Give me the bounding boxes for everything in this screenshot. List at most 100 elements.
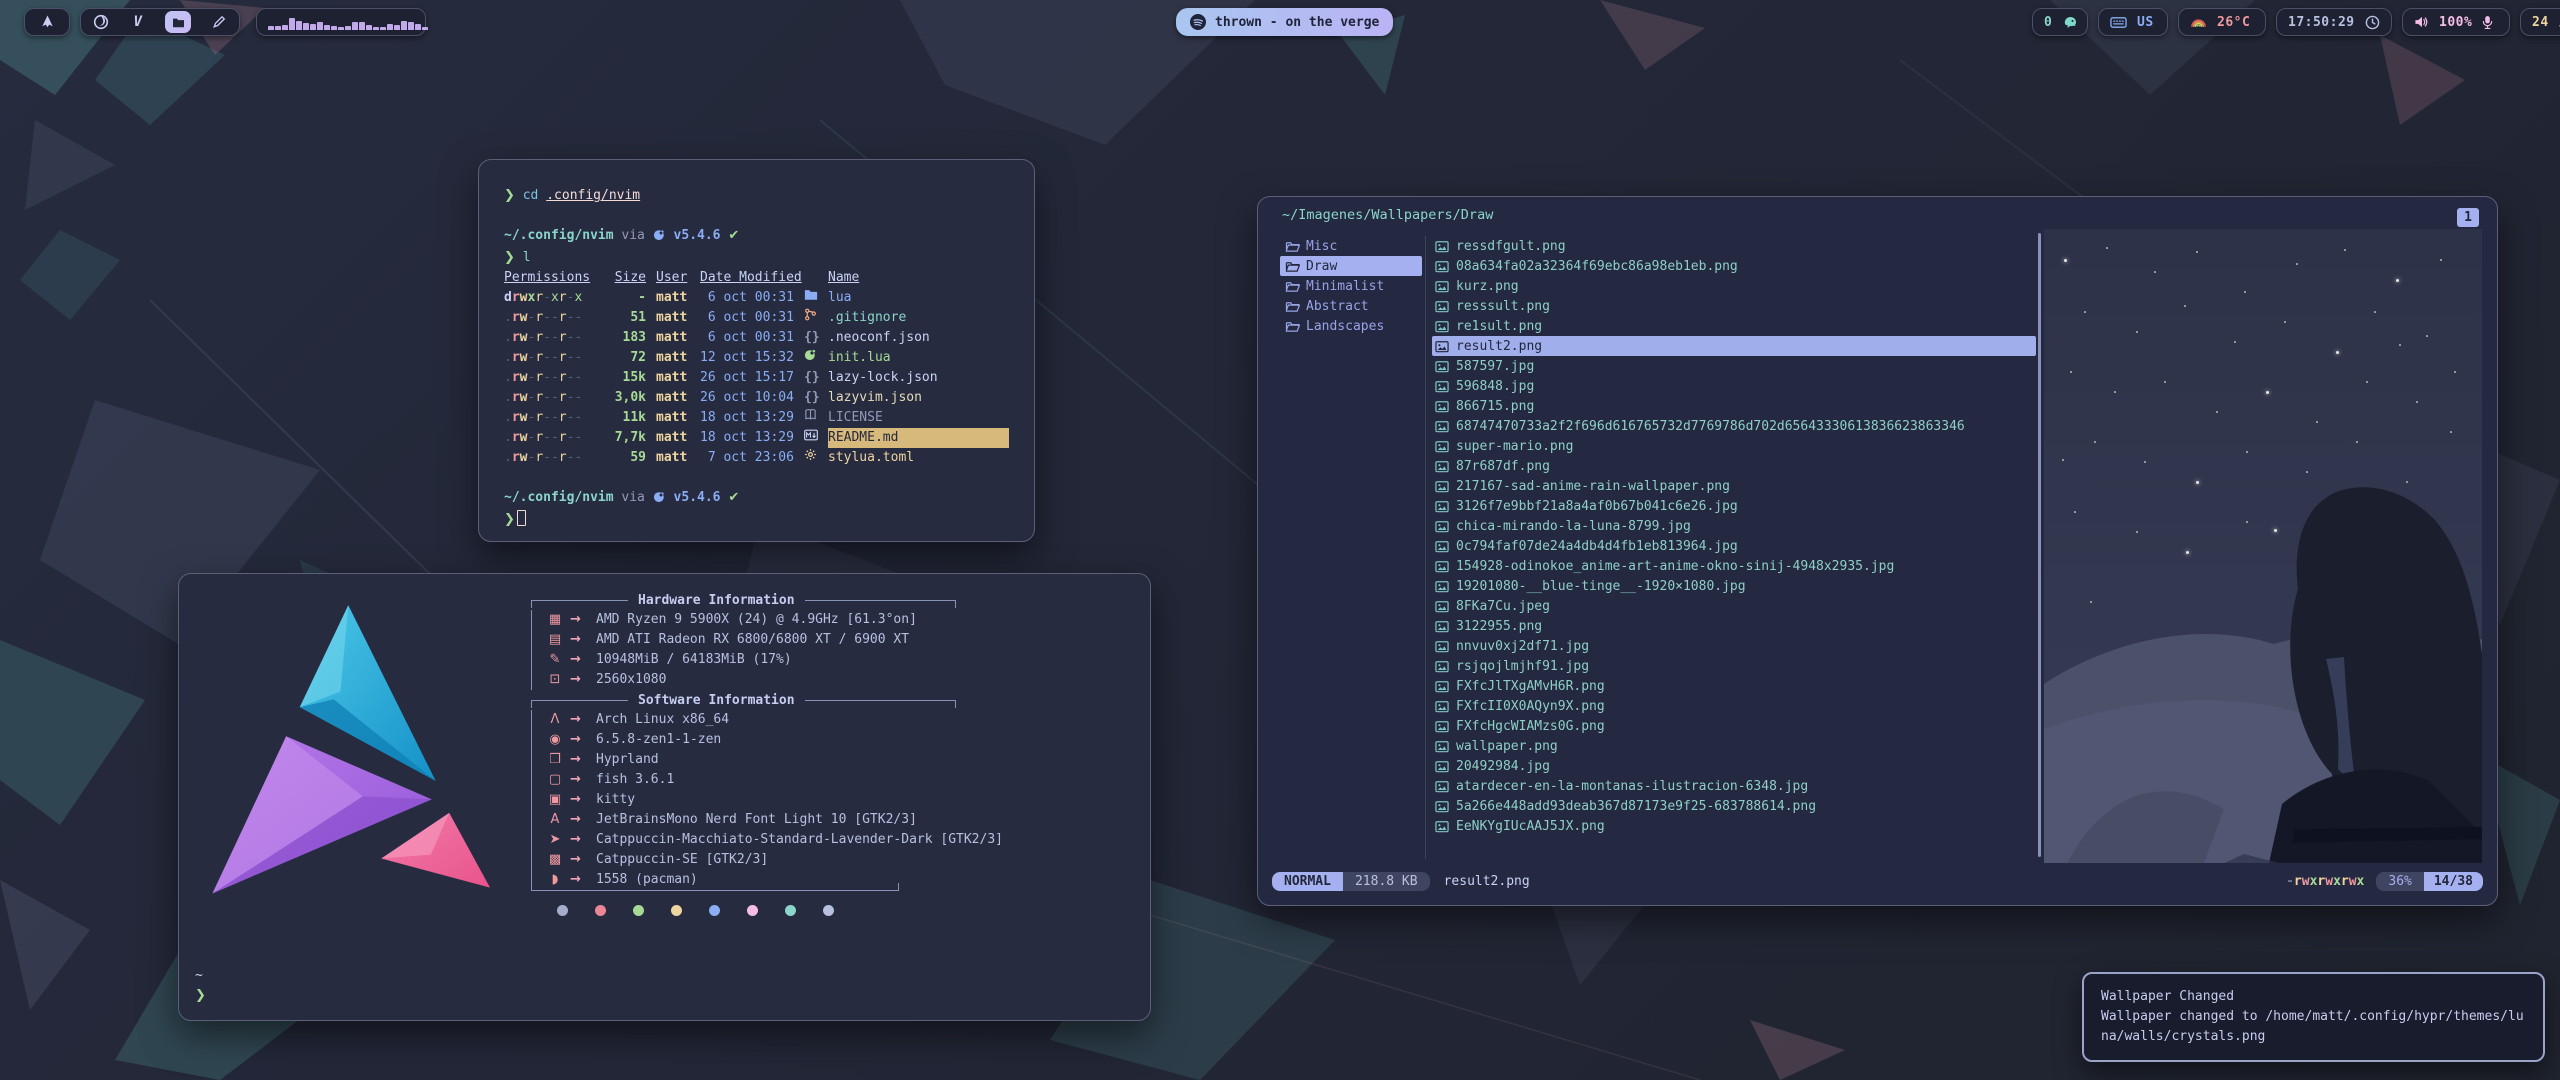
file-row[interactable]: 8FKa7Cu.jpeg (1432, 596, 2036, 616)
file-row[interactable]: 5a266e448add93deab367d87173e9f25-6837886… (1432, 796, 2036, 816)
image-file-icon (1435, 540, 1449, 553)
file-row[interactable]: FXfcII0X0AQyn9X.png (1432, 696, 2036, 716)
directory-name: Draw (1306, 259, 1337, 274)
file-row[interactable]: ressdfgult.png (1432, 236, 2036, 256)
app-launcher-button[interactable] (24, 8, 70, 36)
workspace-vim[interactable]: V (129, 13, 147, 31)
file-row[interactable]: 866715.png (1432, 396, 2036, 416)
tray-updates[interactable]: 0 (2032, 8, 2088, 36)
tray-notifications[interactable]: 24 (2520, 8, 2560, 36)
info-text: 1558 (pacman) (596, 870, 1131, 890)
file-row[interactable]: atardecer-en-la-montanas-ilustracion-634… (1432, 776, 2036, 796)
sidebar-directory-landscapes[interactable]: Landscapes (1280, 316, 1422, 336)
file-name: rsjqojlmjhf91.jpg (1456, 659, 1589, 674)
directory-name: Misc (1306, 239, 1337, 254)
file-row[interactable]: 87r687df.png (1432, 456, 2036, 476)
file-row[interactable]: 587597.jpg (1432, 356, 2036, 376)
tray-audio[interactable]: 100% (2402, 8, 2510, 36)
fetch-shell-prompt[interactable]: ~ ❯ (195, 966, 206, 1006)
image-file-icon (1435, 280, 1449, 293)
file-row[interactable]: 217167-sad-anime-rain-wallpaper.png (1432, 476, 2036, 496)
visualizer-bar (282, 25, 288, 30)
file-row[interactable]: 20492984.jpg (1432, 756, 2036, 776)
braces-icon: {} (804, 388, 822, 408)
sidebar-directory-abstract[interactable]: Abstract (1280, 296, 1422, 316)
file-name: 866715.png (1456, 399, 1534, 414)
image-file-icon (1435, 480, 1449, 493)
info-text: AMD ATI Radeon RX 6800/6800 XT / 6900 XT (596, 630, 1131, 650)
info-text: Arch Linux x86_64 (596, 710, 1131, 730)
temperature-label: 26°C (2217, 15, 2250, 30)
prompt-symbol: ❯ (504, 188, 515, 203)
file-row[interactable]: chica-mirando-la-luna-8799.jpg (1432, 516, 2036, 536)
file-row[interactable]: 596848.jpg (1432, 376, 2036, 396)
file-row[interactable]: 3126f7e9bbf21a8a4af0b67b041c6e26.jpg (1432, 496, 2036, 516)
file-name: 20492984.jpg (1456, 759, 1550, 774)
file-row[interactable]: resssult.png (1432, 296, 2036, 316)
file-name: 0c794faf07de24a4db4d4fb1eb813964.jpg (1456, 539, 1738, 554)
file-row[interactable]: nnvuv0xj2df71.jpg (1432, 636, 2036, 656)
info-row: ➤→Catppuccin-Macchiato-Standard-Lavender… (532, 830, 1131, 850)
file-name: 3122955.png (1456, 619, 1542, 634)
file-row[interactable]: FXfcHgcWIAMzs0G.png (1432, 716, 2036, 736)
arrow-icon: → (570, 730, 596, 750)
listing-row: .rw-r--r--15kmatt26 oct 15:17{}lazy-lock… (504, 368, 1009, 388)
workspace-files-active[interactable] (165, 11, 191, 33)
file-row[interactable]: 08a634fa02a32364f69ebc86a98eb1eb.png (1432, 256, 2036, 276)
file-row[interactable]: 0c794faf07de24a4db4d4fb1eb813964.jpg (1432, 536, 2036, 556)
file-list-scrollbar[interactable] (2038, 233, 2041, 857)
image-file-icon (1435, 640, 1449, 653)
visualizer-bar (415, 24, 421, 30)
file-row[interactable]: 19201080-__blue-tinge__-1920×1080.jpg (1432, 576, 2036, 596)
file-row[interactable]: rsjqojlmjhf91.jpg (1432, 656, 2036, 676)
listing-row: drwxr-xr-x-matt 6 oct 00:31lua (504, 288, 1009, 308)
info-text: fish 3.6.1 (596, 770, 1131, 790)
file-manager-window[interactable]: ~/Imagenes/Wallpapers/Draw 1 MiscDrawMin… (1257, 196, 2498, 906)
tab-badge[interactable]: 1 (2457, 208, 2479, 227)
tray-weather[interactable]: 26°C (2178, 8, 2266, 36)
file-row[interactable]: kurz.png (1432, 276, 2036, 296)
palette-dot (709, 905, 720, 916)
info-row: ▤→AMD ATI Radeon RX 6800/6800 XT / 6900 … (532, 630, 1131, 650)
file-row[interactable]: re1sult.png (1432, 316, 2036, 336)
listing-row: .rw-r--r--3,0kmatt26 oct 10:04{}lazyvim.… (504, 388, 1009, 408)
file-row[interactable]: 68747470733a2f2f696d616765732d7769786d70… (1432, 416, 2036, 436)
sidebar-directory-misc[interactable]: Misc (1280, 236, 1422, 256)
palette-dot (595, 905, 606, 916)
file-name: atardecer-en-la-montanas-ilustracion-634… (1456, 779, 1808, 794)
file-row[interactable]: EeNKYgIUcAAJ5JX.png (1432, 816, 2036, 836)
file-row[interactable]: 154928-odinokoe_anime-art-anime-okno-sin… (1432, 556, 2036, 576)
workspace-firefox[interactable] (92, 13, 110, 31)
braces-icon: {} (804, 368, 822, 388)
visualizer-bar (352, 22, 358, 30)
visualizer-bar (359, 22, 365, 30)
tray-keyboard-layout[interactable]: US (2098, 8, 2168, 36)
file-name: lua (828, 288, 1009, 308)
palette-dot (785, 905, 796, 916)
image-file-icon (1435, 400, 1449, 413)
file-name: wallpaper.png (1456, 739, 1558, 754)
file-row[interactable]: result2.png (1432, 336, 2036, 356)
file-row[interactable]: wallpaper.png (1432, 736, 2036, 756)
image-file-icon (1435, 680, 1449, 693)
file-row[interactable]: FXfcJlTXgAMvH6R.png (1432, 676, 2036, 696)
notification-title: Wallpaper Changed (2101, 986, 2526, 1007)
image-file-icon (1435, 760, 1449, 773)
file-row[interactable]: 3122955.png (1432, 616, 2036, 636)
sidebar-directory-draw[interactable]: Draw (1280, 256, 1422, 276)
fetch-window[interactable]: Hardware Information ▦→AMD Ryzen 9 5900X… (178, 573, 1151, 1021)
notification-toast[interactable]: Wallpaper Changed Wallpaper changed to /… (2082, 972, 2545, 1062)
openfolder-icon (1285, 320, 1300, 333)
file-name: LICENSE (828, 408, 1009, 428)
now-playing-widget[interactable]: thrown - on the verge (1176, 8, 1393, 36)
tray-clock[interactable]: 17:50:29 (2276, 8, 2392, 36)
updates-count: 0 (2044, 15, 2052, 30)
arrow-icon: → (570, 870, 596, 890)
image-file-icon (1435, 740, 1449, 753)
microphone-icon (2482, 15, 2493, 30)
workspace-draw[interactable] (210, 13, 228, 31)
visualizer-bar (338, 27, 344, 30)
terminal-window[interactable]: ❯ cd .config/nvim ~/.config/nvim via v5.… (478, 159, 1035, 542)
sidebar-directory-minimalist[interactable]: Minimalist (1280, 276, 1422, 296)
file-row[interactable]: super-mario.png (1432, 436, 2036, 456)
